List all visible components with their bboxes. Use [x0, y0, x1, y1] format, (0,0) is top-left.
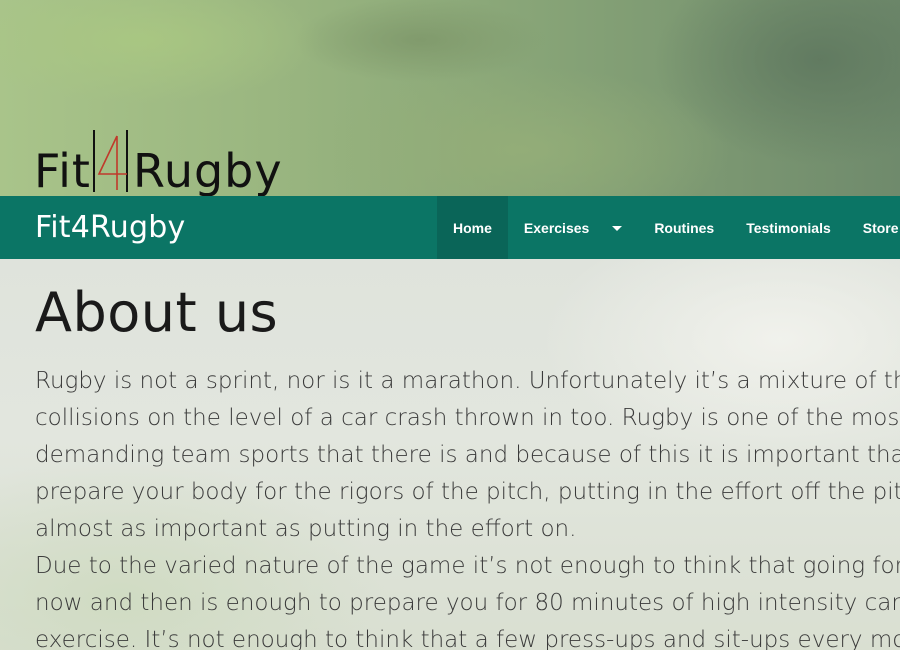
- text-line: Rugby is not a sprint, nor is it a marat…: [35, 368, 900, 394]
- text-line: collisions on the level of a car crash t…: [35, 405, 900, 431]
- nav-item-label: Home: [453, 219, 492, 236]
- nav-item-testimonials[interactable]: Testimonials: [730, 196, 847, 259]
- nav-item-label: Routines: [654, 219, 715, 236]
- text-line: prepare your body for the rigors of the …: [35, 479, 900, 505]
- text-line: almost as important as putting in the ef…: [35, 516, 577, 542]
- nav-item-home[interactable]: Home: [437, 196, 508, 259]
- about-text: Rugby is not a sprint, nor is it a marat…: [35, 363, 900, 650]
- logo-text-fit: Fit: [34, 144, 91, 196]
- navbar-brand[interactable]: Fit4Rugby: [35, 210, 185, 245]
- logo-text-rugby: Rugby: [132, 144, 283, 196]
- nav-item-label: Store: [862, 219, 899, 236]
- nav-menu: Home Exercises Routines Testimonials Sto…: [437, 196, 900, 259]
- main-content: About us Rugby is not a sprint, nor is i…: [0, 259, 900, 650]
- text-line: demanding team sports that there is and …: [35, 442, 900, 468]
- text-line: now and then is enough to prepare you fo…: [35, 590, 900, 616]
- nav-item-label: Testimonials: [746, 219, 831, 236]
- hero-banner: Fit Rugby: [0, 0, 900, 196]
- rugby-posts-4-icon: [92, 130, 128, 192]
- nav-item-routines[interactable]: Routines: [638, 196, 730, 259]
- dropdown-caret-icon: [612, 226, 623, 231]
- main-navbar: Fit4Rugby Home Exercises Routines Testim…: [0, 196, 900, 259]
- text-line: Due to the varied nature of the game it’…: [35, 553, 900, 579]
- text-line: exercise. It’s not enough to think that …: [35, 627, 900, 650]
- nav-item-store[interactable]: Store: [847, 196, 900, 259]
- site-logo[interactable]: Fit Rugby: [34, 130, 283, 194]
- page-title: About us: [35, 281, 279, 344]
- nav-item-exercises[interactable]: Exercises: [508, 196, 638, 259]
- nav-item-label: Exercises: [523, 219, 590, 236]
